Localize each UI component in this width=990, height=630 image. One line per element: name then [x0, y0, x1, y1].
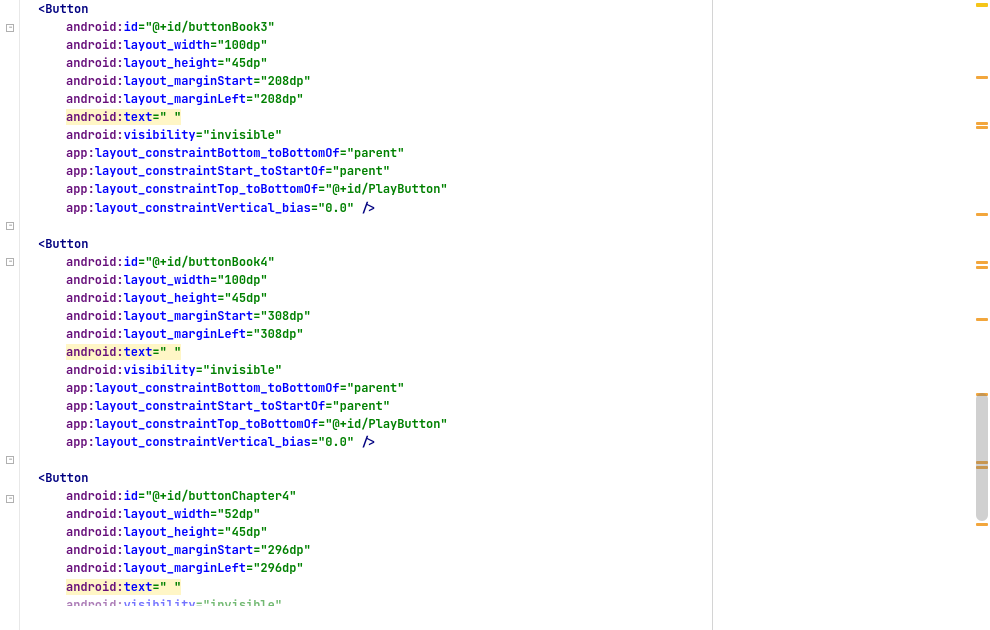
warning-marker[interactable]	[976, 3, 988, 7]
warning-marker[interactable]	[976, 261, 988, 264]
code-line[interactable]	[24, 217, 712, 235]
code-line[interactable]: android:layout_marginLeft="296dp"	[24, 559, 712, 577]
scrollbar-thumb[interactable]	[976, 393, 988, 521]
code-line[interactable]: android:layout_marginStart="296dp"	[24, 541, 712, 559]
code-line[interactable]: app:layout_constraintVertical_bias="0.0"…	[24, 199, 712, 217]
code-line[interactable]: android:layout_width="100dp"	[24, 271, 712, 289]
code-line[interactable]: android:visibility="invisible"	[24, 361, 712, 379]
code-line[interactable]: android:id="@+id/buttonChapter4"	[24, 487, 712, 505]
code-line[interactable]: android:layout_width="100dp"	[24, 36, 712, 54]
code-line[interactable]: android:visibility="invisible"	[24, 596, 712, 606]
code-line[interactable]	[24, 451, 712, 469]
code-line[interactable]: android:layout_marginStart="308dp"	[24, 307, 712, 325]
warning-marker[interactable]	[976, 213, 988, 216]
code-line[interactable]: app:layout_constraintTop_toBottomOf="@+i…	[24, 180, 712, 198]
code-line[interactable]: <Button	[24, 0, 712, 18]
code-line[interactable]: android:layout_marginLeft="308dp"	[24, 325, 712, 343]
code-line[interactable]: <Button	[24, 235, 712, 253]
fold-toggle-icon[interactable]	[6, 456, 14, 464]
fold-toggle-icon[interactable]	[6, 258, 14, 266]
code-line[interactable]: android:visibility="invisible"	[24, 126, 712, 144]
code-line[interactable]: android:layout_height="45dp"	[24, 54, 712, 72]
fold-toggle-icon[interactable]	[6, 495, 14, 503]
code-line[interactable]: app:layout_constraintStart_toStartOf="pa…	[24, 162, 712, 180]
fold-toggle-icon[interactable]	[6, 24, 14, 32]
code-line[interactable]: <Button	[24, 469, 712, 487]
warning-marker[interactable]	[976, 266, 988, 269]
code-line[interactable]: app:layout_constraintTop_toBottomOf="@+i…	[24, 415, 712, 433]
gutter	[0, 0, 20, 630]
right-panel	[713, 0, 974, 630]
code-line[interactable]: android:layout_marginLeft="208dp"	[24, 90, 712, 108]
code-line[interactable]: app:layout_constraintVertical_bias="0.0"…	[24, 433, 712, 451]
code-editor[interactable]: <Buttonandroid:id="@+id/buttonBook3"andr…	[0, 0, 713, 630]
code-line[interactable]: android:id="@+id/buttonBook4"	[24, 253, 712, 271]
warning-marker[interactable]	[976, 318, 988, 321]
code-line[interactable]: app:layout_constraintBottom_toBottomOf="…	[24, 144, 712, 162]
warning-marker[interactable]	[976, 523, 988, 526]
code-line[interactable]: android:layout_marginStart="208dp"	[24, 72, 712, 90]
warning-marker[interactable]	[976, 76, 988, 79]
code-line[interactable]: android:id="@+id/buttonBook3"	[24, 18, 712, 36]
code-line[interactable]: android:layout_height="45dp"	[24, 523, 712, 541]
fold-toggle-icon[interactable]	[6, 222, 14, 230]
code-line[interactable]: app:layout_constraintBottom_toBottomOf="…	[24, 379, 712, 397]
code-line[interactable]: android:layout_height="45dp"	[24, 289, 712, 307]
code-line[interactable]: android:text=" "	[24, 108, 712, 126]
warning-marker[interactable]	[976, 122, 988, 125]
warning-marker[interactable]	[976, 126, 988, 129]
code-line[interactable]: android:text=" "	[24, 578, 712, 596]
code-line[interactable]: app:layout_constraintStart_toStartOf="pa…	[24, 397, 712, 415]
marker-rail[interactable]	[974, 0, 990, 630]
code-line[interactable]: android:layout_width="52dp"	[24, 505, 712, 523]
code-content[interactable]: <Buttonandroid:id="@+id/buttonBook3"andr…	[24, 0, 712, 606]
code-line[interactable]: android:text=" "	[24, 343, 712, 361]
